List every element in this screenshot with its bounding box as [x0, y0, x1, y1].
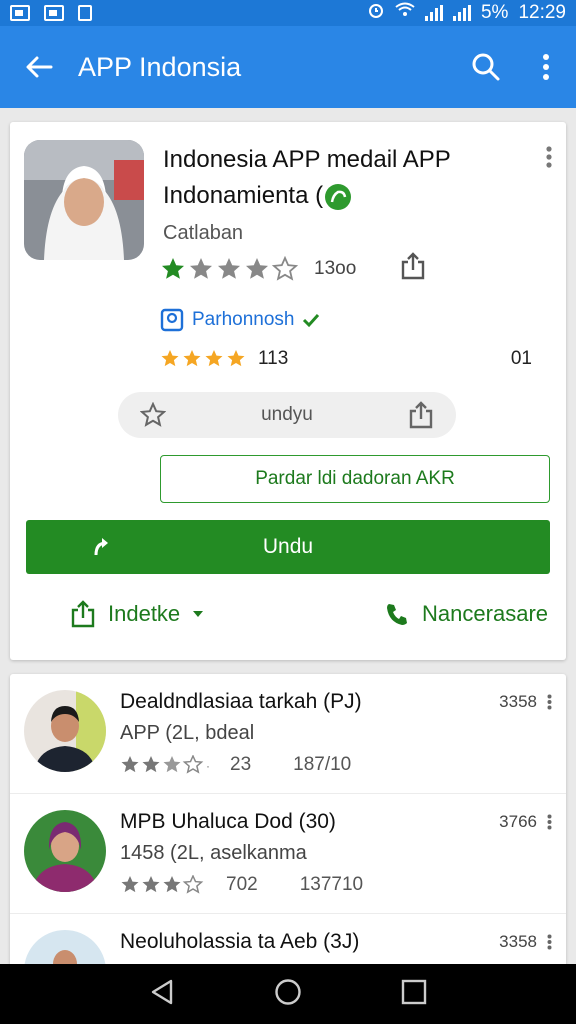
nav-recents-button[interactable]: [401, 979, 427, 1010]
related-apps-list: Dealdndlasiaa tarkah (PJ) APP (2L, bdeal…: [10, 674, 566, 974]
action-right-label: Nancerasare: [422, 601, 548, 626]
rating-row: 13oo: [160, 252, 426, 285]
signal-icon: [424, 5, 443, 21]
dropdown-icon: [193, 611, 204, 617]
star-rating-gold: [161, 350, 245, 367]
back-triangle-icon: [152, 979, 173, 1004]
home-circle-icon: [275, 978, 301, 1005]
app-icon: [24, 140, 144, 260]
rating-row-2: 113 01: [160, 348, 540, 370]
list-item-title: Dealdndlasiaa tarkah (PJ): [120, 690, 362, 713]
list-item-rating-text: 23: [230, 754, 252, 775]
list-item[interactable]: MPB Uhaluca Dod (30) 1458 (2L, aselkanma…: [10, 794, 566, 914]
action-left[interactable]: Indetke: [70, 600, 204, 628]
more-vert-icon[interactable]: [547, 814, 552, 830]
recents-square-icon: [401, 979, 426, 1004]
signal-icon-2: [452, 5, 471, 21]
list-item-side: 3766: [499, 812, 552, 832]
wishlist-pill[interactable]: undyu: [118, 392, 456, 438]
share-button[interactable]: [400, 252, 426, 285]
install-label: Undu: [262, 535, 314, 558]
check-icon: [303, 313, 320, 328]
install-arrow-icon: [94, 538, 108, 556]
list-item-downloads: 187/10: [293, 754, 352, 775]
avatar: [24, 690, 106, 772]
list-item[interactable]: Dealdndlasiaa tarkah (PJ) APP (2L, bdeal…: [10, 674, 566, 794]
star-rating: ·: [121, 755, 210, 774]
nav-home-button[interactable]: [274, 978, 302, 1011]
install-button[interactable]: Undu: [26, 520, 550, 574]
back-button[interactable]: [0, 26, 78, 108]
more-vert-icon[interactable]: [547, 934, 552, 950]
share-icon: [402, 252, 425, 280]
list-item-size: 3358: [499, 932, 537, 951]
list-item-size: 3766: [499, 812, 537, 831]
share-icon: [409, 401, 433, 429]
profile-icon: [160, 308, 184, 332]
app-bar: APP Indonsia: [0, 26, 576, 108]
list-item-rating-text: 702: [226, 874, 258, 895]
list-item-downloads: 137710: [299, 874, 364, 895]
avatar: [24, 810, 106, 892]
alarm-icon: [367, 1, 385, 25]
actions-row: Indetke Nancerasare: [10, 600, 566, 628]
list-item-rating: · 23 187/10: [120, 754, 351, 776]
overflow-menu-button[interactable]: [516, 26, 576, 108]
action-right[interactable]: Nancerasare: [384, 600, 548, 628]
star-outline-icon: [140, 402, 166, 427]
rating2-extra: 01: [510, 348, 532, 369]
file-notification-icon: [78, 5, 92, 21]
app-more-button[interactable]: [546, 146, 552, 173]
app-detail-card: Indonesia APP medail APP Indonamienta ( …: [10, 122, 566, 660]
list-item-rating: 702 137710: [120, 874, 363, 896]
more-vert-icon: [546, 146, 552, 168]
list-item-side: 3358: [499, 692, 552, 712]
image-notification-icon: [44, 5, 64, 21]
svg-text:·: ·: [206, 759, 210, 773]
app-name-line2: Indonamienta (: [163, 182, 324, 209]
list-item-title: Neoluholassia ta Aeb (3J): [120, 930, 360, 953]
whatsapp-icon: [325, 183, 352, 210]
system-nav-bar: [0, 964, 576, 1024]
more-vert-icon: [543, 54, 549, 80]
list-item-side: 3358: [499, 932, 552, 952]
search-button[interactable]: [456, 26, 516, 108]
wifi-icon: [395, 2, 415, 24]
more-vert-icon[interactable]: [547, 694, 552, 710]
secondary-action-button[interactable]: Pardar ldi dadoran AKR: [160, 455, 550, 503]
action-left-label: Indetke: [108, 601, 181, 626]
status-bar: 5% 12:29: [0, 0, 576, 26]
star-rating: [160, 255, 300, 282]
back-arrow-icon: [26, 56, 53, 78]
verified-label: Parhonnosh: [192, 309, 295, 330]
app-name: Indonesia APP medail APP Indonamienta (: [163, 142, 533, 214]
rating2-count: 113: [258, 348, 289, 369]
pill-label: undyu: [261, 404, 313, 425]
page-title: APP Indonsia: [78, 51, 242, 82]
battery-percent: 5%: [480, 2, 509, 23]
list-item-subtitle: 1458 (2L, aselkanma: [120, 842, 307, 864]
verified-row: Parhonnosh: [160, 308, 320, 332]
nav-back-button[interactable]: [149, 978, 175, 1011]
clock: 12:29: [518, 2, 566, 23]
phone-icon: [387, 604, 408, 625]
developer-name: Catlaban: [163, 222, 244, 244]
list-item-title: MPB Uhaluca Dod (30): [120, 810, 336, 833]
list-item-size: 3358: [499, 692, 537, 711]
star-rating: [121, 875, 204, 894]
rating-count: 13oo: [314, 257, 357, 279]
share-icon: [71, 600, 95, 628]
list-item-subtitle: APP (2L, bdeal: [120, 722, 255, 744]
gallery-notification-icon: [10, 5, 30, 21]
app-name-line1: Indonesia APP medail APP: [163, 146, 451, 173]
search-icon: [472, 53, 500, 81]
